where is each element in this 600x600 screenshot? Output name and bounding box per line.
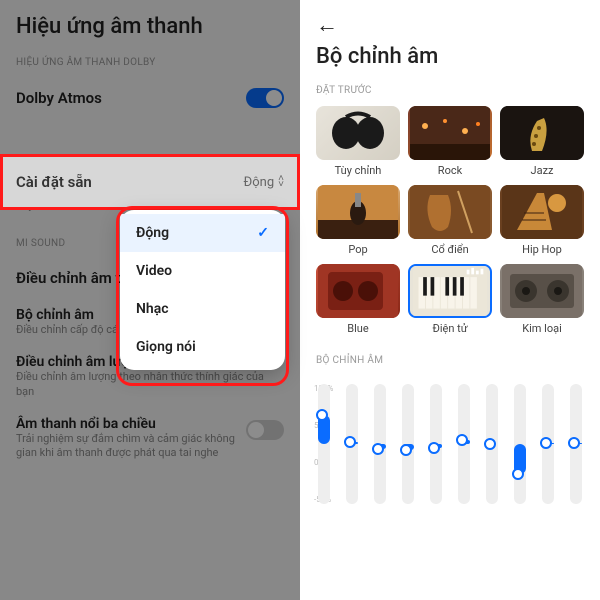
preset-value: Động ˄˅: [244, 175, 284, 190]
eq-band-2[interactable]: [346, 384, 358, 504]
sound-effects-screen: Hiệu ứng âm thanh HIỆU ỨNG ÂM THANH DOLB…: [0, 0, 300, 600]
tile-metal[interactable]: Kim loại: [500, 264, 584, 335]
eq-band-5[interactable]: [430, 384, 442, 504]
eq-band-7[interactable]: [486, 384, 498, 504]
dropdown-item-dong[interactable]: Động ✓: [120, 214, 285, 252]
eq-band-8[interactable]: [514, 384, 526, 504]
equalizer-screen: ← Bộ chỉnh âm ĐẶT TRƯỚC Tùy chỉnh Rock J: [300, 0, 600, 600]
dropdown-item-video[interactable]: Video: [120, 252, 285, 290]
back-arrow-icon[interactable]: ←: [316, 12, 584, 38]
preset-dropdown: Động ✓ Video Nhạc Giọng nói: [120, 210, 285, 370]
section-preset: ĐẶT TRƯỚC: [316, 85, 584, 96]
tile-hiphop[interactable]: Hip Hop: [500, 185, 584, 256]
tile-rock[interactable]: Rock: [408, 106, 492, 177]
eq-band-9[interactable]: [542, 384, 554, 504]
eq-band-1[interactable]: [318, 384, 330, 504]
tile-electronic[interactable]: Điện tử: [408, 264, 492, 335]
tile-classical[interactable]: Cổ điển: [408, 185, 492, 256]
tile-jazz[interactable]: Jazz: [500, 106, 584, 177]
updown-icon: ˄˅: [278, 176, 284, 188]
eq-band-10[interactable]: [570, 384, 582, 504]
eq-page-title: Bộ chỉnh âm: [316, 44, 584, 69]
check-icon: ✓: [257, 225, 269, 241]
dropdown-item-giongno[interactable]: Giọng nói: [120, 328, 285, 366]
tile-pop[interactable]: Pop: [316, 185, 400, 256]
preset-label: Cài đặt sẵn: [16, 173, 92, 191]
preset-row[interactable]: Cài đặt sẵn Động ˄˅: [0, 156, 300, 208]
eq-band-4[interactable]: [402, 384, 414, 504]
tile-custom[interactable]: Tùy chỉnh: [316, 106, 400, 177]
dropdown-item-nhac[interactable]: Nhạc: [120, 290, 285, 328]
equalizer-sliders: 100% 50% 0 -50%: [316, 384, 584, 504]
eq-band-6[interactable]: [458, 384, 470, 504]
tile-blue[interactable]: Blue: [316, 264, 400, 335]
eq-band-3[interactable]: [374, 384, 386, 504]
preset-grid: Tùy chỉnh Rock Jazz Pop: [316, 106, 584, 335]
section-eq: BỘ CHỈNH ÂM: [316, 355, 584, 366]
